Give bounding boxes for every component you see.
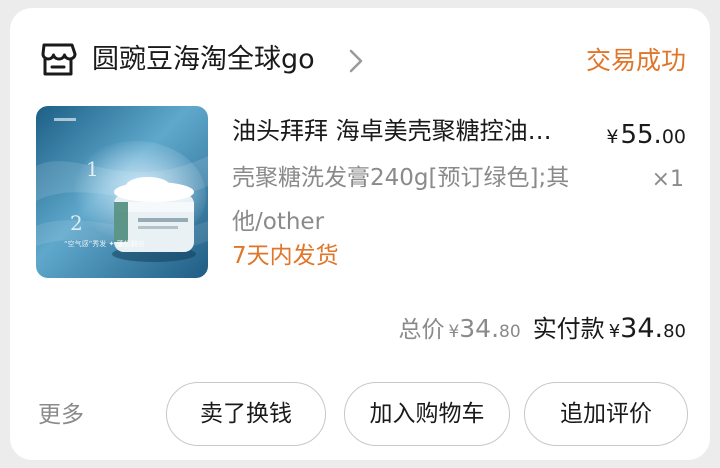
- shipping-tag: 7天内发货: [232, 243, 339, 269]
- thumbnail-caption: “空气感”秀发 ✦ 蓬松翻倍: [64, 239, 145, 248]
- paid-integer: 34.: [620, 313, 664, 344]
- order-card[interactable]: 圆豌豆海淘全球go 交易成功 1 2 “空气感”秀发 ✦ 蓬松翻倍 油头拜拜 海…: [10, 8, 710, 460]
- paid-label: 实付款: [532, 315, 605, 343]
- sell-button[interactable]: 卖了换钱: [166, 382, 326, 446]
- price-integer: 55.: [620, 120, 662, 150]
- total-decimal: 80: [499, 322, 521, 342]
- order-status: 交易成功: [585, 46, 686, 75]
- total-currency: ¥: [448, 322, 460, 342]
- paid-decimal: 80: [663, 321, 686, 342]
- total-integer: 34.: [459, 314, 500, 343]
- thumbnail-step-2: 2: [70, 211, 83, 235]
- more-button[interactable]: 更多: [38, 398, 84, 432]
- chevron-right-icon[interactable]: [348, 48, 364, 74]
- total-label: 总价: [398, 317, 445, 343]
- product-sku: 壳聚糖洗发膏240g[预订绿色];其他/other: [232, 165, 570, 235]
- product-title[interactable]: 油头拜拜 海卓美壳聚糖控油…: [232, 114, 602, 148]
- thumbnail-step-1: 1: [86, 157, 99, 181]
- paid-currency: ¥: [608, 321, 621, 342]
- price-currency: ¥: [606, 126, 619, 148]
- store-name[interactable]: 圆豌豆海淘全球go: [92, 42, 315, 78]
- product-price: ¥55.00: [606, 118, 686, 154]
- order-totals: 总价 ¥34.80 实付款 ¥34.80: [398, 310, 686, 351]
- price-decimal: 00: [661, 126, 686, 148]
- add-review-button[interactable]: 追加评价: [524, 382, 688, 446]
- store-icon: [38, 40, 78, 80]
- product-thumbnail[interactable]: 1 2 “空气感”秀发 ✦ 蓬松翻倍: [36, 106, 208, 278]
- add-to-cart-button[interactable]: 加入购物车: [344, 382, 510, 446]
- product-quantity: ×1: [651, 167, 684, 192]
